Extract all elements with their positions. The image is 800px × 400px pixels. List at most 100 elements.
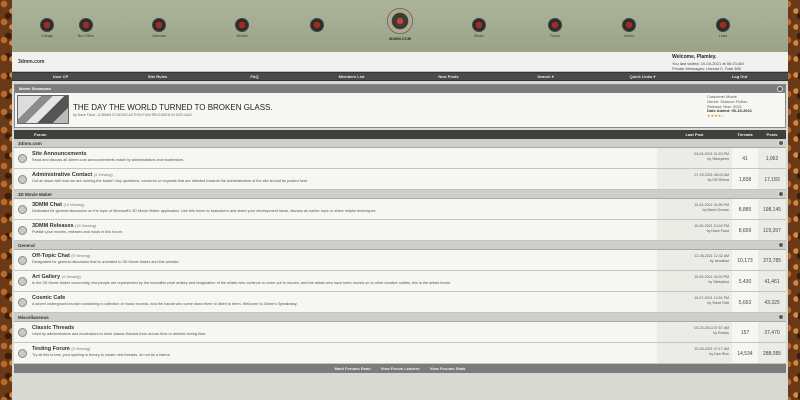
forum-title-line: Off-Topic Chat (5 Viewing)	[32, 253, 655, 259]
nav-links[interactable]: Links	[711, 18, 735, 38]
category-header[interactable]: 3D Movie Maker	[14, 190, 786, 199]
last-post-author[interactable]: by Mario Grosse	[703, 208, 729, 212]
category-name[interactable]: 3D Movie Maker	[18, 192, 52, 197]
nav-box-office[interactable]: Box Office	[74, 18, 98, 38]
mark-forums-read-link[interactable]: Mark Forums Read	[335, 366, 371, 371]
last-post: 10-05-2021 10:03 PM by Dave Faud	[657, 220, 732, 240]
forum-row: 3DMM Releases (15 Viewing) Publish your …	[14, 220, 786, 241]
post-count: 1,062	[758, 148, 786, 168]
site-logo[interactable]: 3DMM.COM	[383, 8, 417, 41]
nav-label: Box Office	[77, 34, 95, 38]
forum-read-icon	[17, 153, 27, 163]
post-count: 198,145	[758, 199, 786, 219]
collapse-icon[interactable]	[778, 191, 784, 197]
last-post-author[interactable]: by Stinkyteen	[707, 157, 729, 161]
collapse-icon[interactable]	[777, 86, 783, 92]
forum-name-link[interactable]: Administrative Contact	[32, 172, 92, 178]
forum-description: Read and discuss all 3dmm.com announceme…	[32, 158, 185, 162]
forum-name-link[interactable]: 3DMM Chat	[32, 202, 62, 208]
private-messages-link[interactable]: Private Messages: Unread 0, Total 385	[672, 66, 741, 71]
collapse-icon[interactable]	[778, 242, 784, 248]
menu-site-rules[interactable]: Site Rules	[109, 74, 206, 79]
nav-dot-5[interactable]	[305, 18, 329, 32]
last-post-date: 10-05-2021 07:17 AM	[694, 347, 729, 351]
menu-quick-links[interactable]: Quick Links ▾	[594, 74, 691, 79]
forum-status-icon	[14, 148, 30, 168]
last-post-author[interactable]: by Rowdy	[713, 331, 729, 335]
last-visited: You last visited: 10-04-2021 at 06:23 AM	[672, 60, 744, 66]
nav-dot-icon	[622, 18, 636, 32]
forum-row: Administrative Contact (4 Viewing) Got a…	[14, 169, 786, 190]
menu-search[interactable]: Search ▾	[497, 74, 594, 79]
movie-thumbnail[interactable]	[17, 95, 69, 124]
nav-forum[interactable]: Forum	[543, 18, 567, 38]
category-header[interactable]: 3dmm.com	[14, 139, 786, 148]
nav-label: Calendar	[151, 34, 167, 38]
post-count: 373,785	[758, 250, 786, 270]
last-post: 10-05-2021 07:17 AM by Dan Rice	[657, 343, 732, 363]
thread-count: 41	[742, 156, 748, 162]
category-name[interactable]: Miscellaneous	[18, 315, 49, 320]
nav-calendar[interactable]: Calendar	[147, 18, 171, 38]
forum-status-icon	[14, 220, 30, 240]
last-post-author[interactable]: by Dan Rice	[709, 352, 729, 356]
last-post-author[interactable]: by Iamdewz	[710, 259, 729, 263]
menu-new-posts[interactable]: New Posts	[400, 74, 497, 79]
forum-name-link[interactable]: Site Announcements	[32, 151, 87, 157]
last-post-date: 10-07-2021 12:51 PM	[694, 296, 729, 300]
forum-status-icon	[14, 250, 30, 270]
logo-label: 3DMM.COM	[388, 36, 412, 41]
forum-name-link[interactable]: Classic Threads	[32, 325, 74, 331]
nav-actors[interactable]: Actors	[617, 18, 641, 38]
forum-name-link[interactable]: Art Gallery	[32, 274, 60, 280]
nav-collage[interactable]: Collage	[35, 18, 59, 38]
collapse-icon[interactable]	[778, 314, 784, 320]
forum-name-link[interactable]: Testing Forum	[32, 346, 70, 352]
view-forum-stats-link[interactable]: View Forums Stats	[430, 366, 466, 371]
forum-description: Got an issue with how we are running the…	[32, 179, 309, 183]
last-post-date: 12-08-2021 12:42 AM	[694, 254, 729, 258]
category-name[interactable]: 3dmm.com	[18, 141, 42, 146]
forum-status-icon	[14, 199, 30, 219]
last-post-author[interactable]: by Steve Raft	[707, 301, 729, 305]
last-post-author[interactable]: by Stinkyfoot	[708, 280, 729, 284]
category-header[interactable]: Miscellaneous	[14, 313, 786, 322]
last-post: 10-09-2021 04:33 PM by Stinkyfoot	[657, 271, 732, 291]
post-count: 17,183	[758, 169, 786, 189]
thread-count: 5,653	[738, 300, 752, 306]
last-post-author[interactable]: by Dave Faud	[707, 229, 729, 233]
nav-dot-icon	[716, 18, 730, 32]
forum-description: A secret underground bunker containing a…	[32, 302, 298, 306]
menu-faq[interactable]: FAQ	[206, 74, 303, 79]
menu-members-list[interactable]: Members List	[303, 74, 400, 79]
page: Collage Box Office Calendar Movies 3DMM.…	[12, 0, 788, 400]
menu-user-cp[interactable]: User CP	[12, 74, 109, 79]
nav-label: Actors	[624, 34, 634, 38]
forum-name-link[interactable]: Off-Topic Chat	[32, 253, 70, 259]
movie-title[interactable]: THE DAY THE WORLD TURNED TO BROKEN GLASS…	[73, 103, 273, 112]
forum-name-link[interactable]: 3DMM Releases	[32, 223, 74, 229]
forum-read-icon	[17, 297, 27, 307]
forum-info: Cosmic Cafe A secret underground bunker …	[30, 292, 657, 312]
thread-count: 157	[740, 330, 750, 336]
category-name[interactable]: General	[18, 243, 35, 248]
forum-read-icon	[17, 348, 27, 358]
forum-read-icon	[17, 255, 27, 265]
collapse-icon[interactable]	[778, 140, 784, 146]
menu-log-out[interactable]: Log Out	[691, 74, 788, 79]
last-post: 12-08-2021 12:42 AM by Iamdewz	[657, 250, 732, 270]
view-forum-leaders-link[interactable]: View Forum Leaders	[381, 366, 420, 371]
category-header[interactable]: General	[14, 241, 786, 250]
breadcrumb-site-name[interactable]: 3dmm.com	[18, 59, 44, 65]
movie-subtitle: by Dave Faud - A 3DMM STUDIOS ACTION FIL…	[73, 113, 192, 117]
forum-viewing-count: (9 Viewing)	[71, 347, 91, 351]
forum-name-link[interactable]: Cosmic Cafe	[32, 295, 65, 301]
last-post-date: 10-04-2021 01:55 PM	[694, 203, 729, 207]
nav-label: Collage	[41, 34, 53, 38]
nav-movies[interactable]: Movies	[230, 18, 254, 38]
post-count: 43,325	[758, 292, 786, 312]
nav-studio[interactable]: Studio	[467, 18, 491, 38]
nav-dot-icon	[310, 18, 324, 32]
last-post-author[interactable]: by GB Rivera	[708, 178, 729, 182]
forum-footer: Mark Forums Read View Forum Leaders View…	[14, 364, 786, 373]
